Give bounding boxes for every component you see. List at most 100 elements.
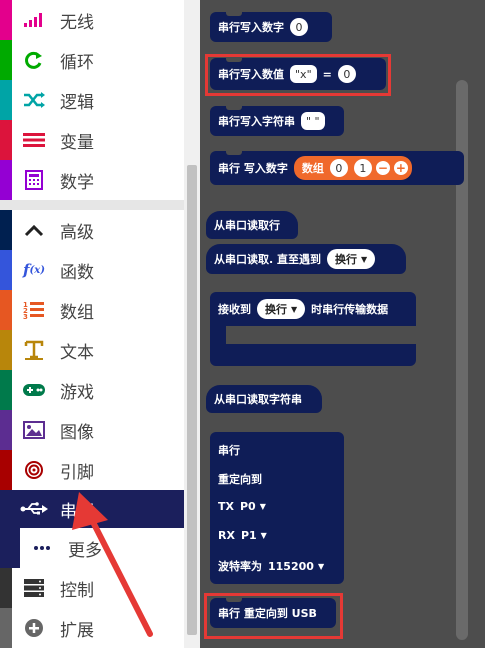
target-icon	[20, 460, 48, 480]
block-serial-write-number[interactable]: 串行写入数字 0	[210, 11, 332, 42]
category-label: 图像	[60, 422, 94, 443]
category-more[interactable]: 更多	[0, 528, 184, 568]
category-logic[interactable]: 逻辑	[0, 80, 184, 120]
category-extensions[interactable]: 扩展	[0, 608, 184, 648]
category-label: 循环	[60, 52, 94, 73]
dropdown-value: 换行	[265, 303, 287, 316]
block-label: 串行写入字符串	[218, 115, 295, 128]
baud-dropdown[interactable]: 115200 ▼	[268, 560, 324, 573]
block-serial-write-value[interactable]: 串行写入数值 "x" = 0	[210, 57, 386, 90]
rx-label: RX	[218, 529, 235, 542]
signal-icon	[20, 12, 48, 28]
add-circle-icon	[20, 618, 48, 638]
category-arrays[interactable]: 123 数组	[0, 290, 184, 330]
category-label: 扩展	[60, 620, 94, 641]
block-label: 串行写入数值	[218, 68, 284, 81]
toolbox-divider	[0, 200, 184, 210]
rx-row: RX P1 ▼	[218, 529, 267, 542]
block-serial-read-until[interactable]: 从串口读取. 直至遇到 换行 ▼	[206, 244, 406, 274]
server-icon	[20, 578, 48, 598]
category-math[interactable]: 数学	[0, 160, 184, 200]
shuffle-icon	[20, 91, 48, 109]
block-c-bottom	[210, 344, 416, 366]
text-icon	[20, 340, 48, 360]
category-label: 文本	[60, 342, 94, 363]
category-radio[interactable]: 无线	[0, 0, 184, 40]
delimiter-dropdown[interactable]: 换行 ▼	[327, 249, 376, 269]
array-item-input[interactable]: 1	[353, 159, 372, 177]
dropdown-value: P0	[239, 500, 256, 513]
redirect-label: 重定向到	[218, 473, 262, 486]
category-images[interactable]: 图像	[0, 410, 184, 450]
category-label: 引脚	[60, 462, 94, 483]
category-control[interactable]: 控制	[0, 568, 184, 608]
array-label: 数组	[301, 162, 324, 175]
category-label: 数学	[60, 172, 94, 193]
equals-sign: =	[322, 67, 332, 81]
chevron-up-icon	[20, 223, 48, 237]
category-loops[interactable]: 循环	[0, 40, 184, 80]
category-label: 串行	[60, 501, 94, 522]
category-label: 数组	[60, 302, 94, 323]
block-serial-write-string[interactable]: 串行写入字符串 " "	[210, 105, 344, 136]
toolbox: 无线 循环 逻辑 变量 数学 高级 f (x) 函数 1 2 3 数组 文本 游…	[0, 0, 184, 648]
block-serial-read-line[interactable]: 从串口读取行	[206, 211, 298, 239]
value-input[interactable]: 0	[337, 65, 356, 83]
gamepad-icon	[20, 383, 48, 397]
plus-icon[interactable]: +	[393, 161, 408, 175]
category-label: 更多	[68, 540, 102, 561]
block-label: 串行写入数字	[218, 21, 284, 34]
array-icon: 123	[20, 300, 48, 320]
delimiter-dropdown[interactable]: 换行 ▼	[257, 299, 306, 319]
block-on-data-received[interactable]: 接收到 换行 ▼ 时串行传输数据	[210, 292, 416, 326]
block-c-side	[210, 326, 226, 344]
more-icon	[28, 545, 56, 551]
toolbox-scrollbar-thumb[interactable]	[187, 165, 197, 635]
array-block[interactable]: 数组 0 1 − +	[293, 156, 412, 180]
dropdown-arrow-icon: ▼	[361, 254, 368, 264]
category-label: 高级	[60, 222, 94, 243]
category-label: 函数	[60, 262, 94, 283]
dropdown-arrow-icon: ▼	[259, 502, 266, 511]
block-serial-write-numbers[interactable]: 串行 写入数字 数组 0 1 − +	[210, 150, 464, 185]
usb-icon	[20, 502, 48, 516]
dropdown-arrow-icon: ▼	[260, 531, 267, 540]
dropdown-arrow-icon: ▼	[317, 561, 325, 571]
array-item-input[interactable]: 0	[329, 159, 348, 177]
rx-dropdown[interactable]: P1 ▼	[241, 529, 267, 542]
function-icon: f (x)	[23, 261, 45, 279]
tx-dropdown[interactable]: P0 ▼	[240, 500, 266, 513]
baud-label: 波特率为	[218, 560, 262, 573]
category-label: 无线	[60, 12, 94, 33]
category-label: 变量	[60, 132, 94, 153]
category-label: 控制	[60, 580, 94, 601]
string-input[interactable]: " "	[301, 112, 325, 130]
category-text[interactable]: 文本	[0, 330, 184, 370]
minus-icon[interactable]: −	[375, 161, 390, 175]
calculator-icon	[20, 170, 48, 190]
category-functions[interactable]: f (x) 函数	[0, 250, 184, 290]
category-serial[interactable]: 串行	[0, 490, 184, 528]
baud-row: 波特率为 115200 ▼	[218, 558, 324, 574]
category-variables[interactable]: 变量	[0, 120, 184, 160]
name-input[interactable]: "x"	[290, 65, 317, 83]
tx-label: TX	[218, 500, 234, 513]
dropdown-value: P1	[240, 529, 257, 542]
block-label: 从串口读取. 直至遇到	[214, 253, 322, 266]
block-label: 从串口读取行	[214, 219, 280, 232]
category-advanced[interactable]: 高级	[0, 210, 184, 250]
dropdown-value: 换行	[335, 253, 358, 266]
category-game[interactable]: 游戏	[0, 370, 184, 410]
number-input[interactable]: 0	[290, 18, 308, 36]
dropdown-arrow-icon: ▼	[291, 304, 298, 314]
image-icon	[20, 421, 48, 439]
list-icon	[20, 132, 48, 148]
category-pins[interactable]: 引脚	[0, 450, 184, 490]
block-label: 接收到	[218, 303, 251, 316]
block-label: 时串行传输数据	[311, 303, 389, 316]
block-serial-read-string[interactable]: 从串口读取字符串	[206, 385, 322, 413]
loop-icon	[20, 50, 48, 70]
block-serial-redirect-usb[interactable]: 串行 重定向到 USB	[210, 597, 336, 628]
block-label: 串行 重定向到 USB	[218, 607, 317, 620]
category-label: 逻辑	[60, 92, 94, 113]
